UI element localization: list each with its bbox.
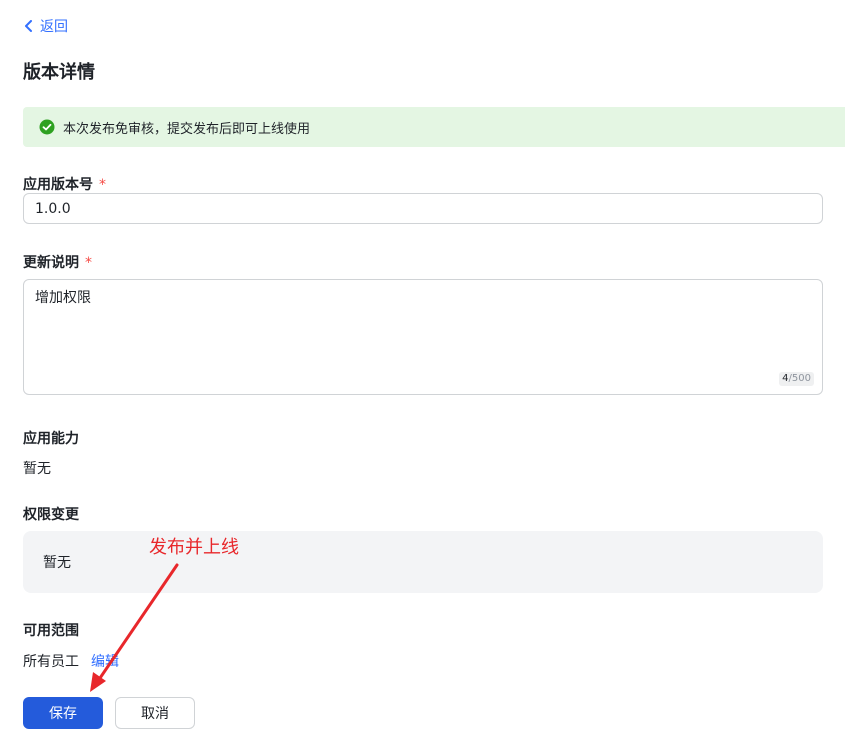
required-mark: * xyxy=(85,255,92,271)
description-label: 更新说明 * xyxy=(23,252,92,272)
permission-changes-value: 暂无 xyxy=(43,555,71,571)
chevron-left-icon xyxy=(25,20,32,32)
scope-label: 可用范围 xyxy=(23,623,79,639)
back-label: 返回 xyxy=(40,19,68,35)
version-input[interactable] xyxy=(23,193,823,224)
annotation-text: 发布并上线 xyxy=(149,537,239,558)
save-button[interactable]: 保存 xyxy=(23,697,103,729)
version-label-text: 应用版本号 xyxy=(23,177,93,193)
description-label-text: 更新说明 xyxy=(23,255,79,271)
version-label: 应用版本号 * xyxy=(23,174,106,194)
page-title: 版本详情 xyxy=(23,62,95,83)
description-textarea[interactable]: 增加权限 xyxy=(24,280,822,394)
description-field: 增加权限 4/500 xyxy=(23,279,823,395)
capabilities-label: 应用能力 xyxy=(23,431,79,447)
scope-edit-link[interactable]: 编辑 xyxy=(91,651,119,671)
permission-changes-label: 权限变更 xyxy=(23,507,79,523)
scope-value: 所有员工 xyxy=(23,654,79,670)
permission-changes-box: 暂无 xyxy=(23,531,823,593)
notice-text: 本次发布免审核，提交发布后即可上线使用 xyxy=(63,121,311,137)
char-max: /500 xyxy=(788,373,811,384)
scope-row: 所有员工 编辑 xyxy=(23,651,119,671)
required-mark: * xyxy=(99,177,106,193)
back-link[interactable]: 返回 xyxy=(24,16,68,36)
notice-banner: 本次发布免审核，提交发布后即可上线使用 xyxy=(23,107,845,147)
char-counter: 4/500 xyxy=(779,372,814,386)
cancel-button[interactable]: 取消 xyxy=(115,697,195,729)
check-circle-icon xyxy=(39,119,55,135)
capabilities-value: 暂无 xyxy=(23,461,51,477)
